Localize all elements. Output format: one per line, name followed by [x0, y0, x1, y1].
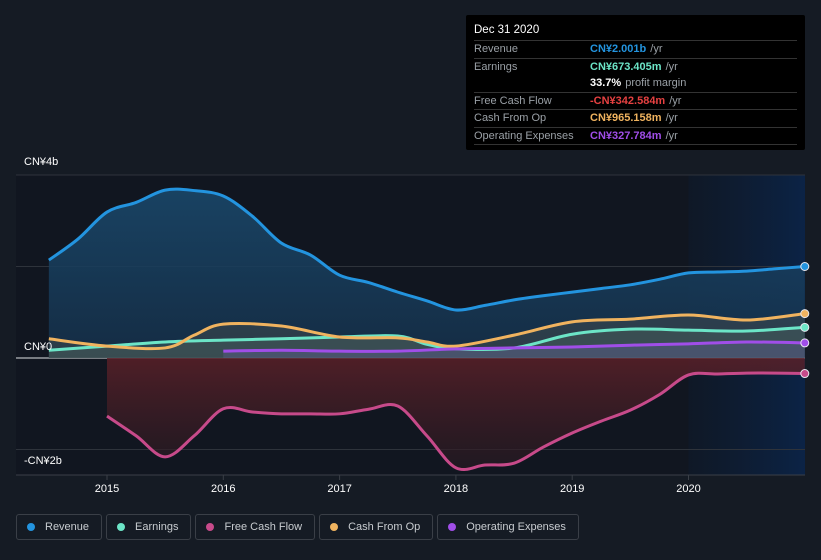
- tooltip-row: Earnings CN¥673.405m/yr: [474, 59, 797, 76]
- legend-item-revenue[interactable]: Revenue: [16, 514, 103, 540]
- x-tick-label: 2020: [676, 483, 700, 495]
- tooltip-label: Revenue: [474, 43, 519, 55]
- legend-label: Free Cash Flow: [224, 521, 303, 533]
- y-tick-label: CN¥0: [24, 341, 53, 353]
- tooltip-value: CN¥673.405m: [590, 60, 662, 73]
- endpoint-revenue: [800, 262, 810, 271]
- tooltip-row: Operating Expenses CN¥327.784m/yr: [474, 128, 797, 145]
- tooltip-label: Free Cash Flow: [474, 94, 552, 107]
- tooltip-unit: /yr: [650, 43, 663, 55]
- tooltip-unit: /yr: [665, 129, 678, 142]
- legend-dot-icon: [117, 523, 126, 531]
- tooltip-unit: /yr: [665, 60, 678, 73]
- legend-item-free-cash-flow[interactable]: Free Cash Flow: [195, 514, 316, 540]
- x-tick-label: 2018: [444, 483, 468, 495]
- tooltip-row: 33.7% profit margin: [474, 75, 797, 93]
- tooltip-value: -CN¥342.584m: [590, 94, 666, 107]
- legend-item-cash-from-op[interactable]: Cash From Op: [319, 514, 434, 540]
- legend-label: Operating Expenses: [466, 521, 566, 533]
- tooltip-row: Free Cash Flow -CN¥342.584m/yr: [474, 93, 797, 110]
- legend-dot-icon: [206, 523, 215, 531]
- legend-dot-icon: [448, 523, 457, 531]
- y-tick-label: -CN¥2b: [24, 454, 62, 467]
- tooltip-unit: profit margin: [625, 77, 687, 89]
- tooltip-unit: /yr: [669, 94, 682, 107]
- tooltip-label: [474, 75, 590, 92]
- y-tick-label: CN¥4b: [24, 156, 59, 168]
- tooltip-value: CN¥327.784m: [590, 129, 662, 142]
- tooltip-label: Earnings: [474, 60, 518, 73]
- legend: Revenue Earnings Free Cash Flow Cash From O…: [16, 514, 579, 540]
- legend-dot-icon: [330, 523, 339, 531]
- legend-dot-icon: [27, 523, 35, 531]
- endpoint-free-cash-flow: [800, 369, 810, 379]
- x-tick-label: 2016: [211, 483, 235, 495]
- tooltip-label: Cash From Op: [474, 112, 547, 124]
- x-tick-label: 2019: [560, 483, 584, 495]
- legend-item-operating-expenses[interactable]: Operating Expenses: [437, 514, 579, 540]
- tooltip-date: Dec 31 2020: [474, 23, 797, 41]
- tooltip-value: CN¥965.158m: [590, 112, 662, 124]
- x-tick-label: 2017: [327, 483, 351, 495]
- tooltip: Dec 31 2020 Revenue CN¥2.001b/yr Earnings C…: [466, 15, 805, 150]
- tooltip-unit: /yr: [665, 112, 678, 124]
- x-tick-label: 2015: [95, 483, 119, 495]
- tooltip-value: CN¥2.001b: [590, 43, 647, 55]
- endpoint-operating-expenses: [800, 338, 810, 348]
- legend-label: Revenue: [45, 521, 90, 533]
- legend-label: Cash From Op: [348, 521, 421, 533]
- endpoint-cash-from-op: [800, 309, 810, 319]
- tooltip-row: Revenue CN¥2.001b/yr: [474, 41, 797, 59]
- legend-item-earnings[interactable]: Earnings: [106, 514, 192, 540]
- endpoint-earnings: [800, 322, 810, 332]
- tooltip-row: Cash From Op CN¥965.158m/yr: [474, 110, 797, 128]
- tooltip-value: 33.7%: [590, 77, 622, 89]
- tooltip-label: Operating Expenses: [474, 129, 574, 142]
- legend-label: Earnings: [135, 521, 179, 533]
